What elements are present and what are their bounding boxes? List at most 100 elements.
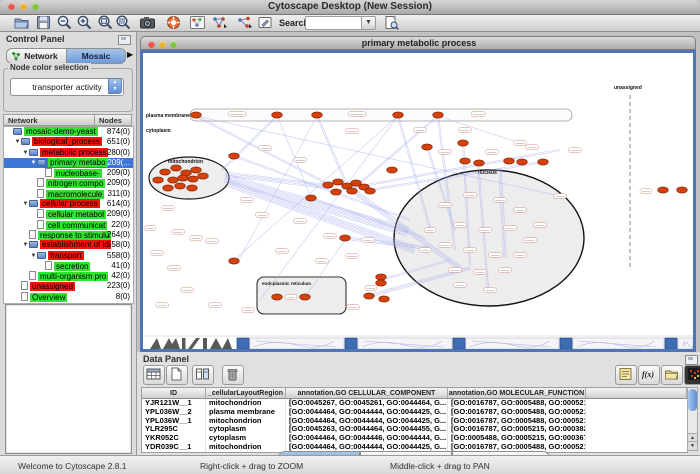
- gene-node[interactable]: [198, 173, 209, 179]
- table-cell[interactable]: cytoplasm: [206, 425, 286, 434]
- gene-node[interactable]: [460, 158, 471, 164]
- gene-node[interactable]: [191, 167, 202, 173]
- table-cell[interactable]: [GO:0044464, GO:0044444, GO:0044425, G..…: [286, 417, 448, 426]
- table-cell[interactable]: YLR295C: [142, 425, 206, 434]
- table-header-cell[interactable]: _cellularLayoutRegion: [206, 388, 286, 399]
- gene-node[interactable]: [331, 189, 342, 195]
- zoom-out-icon[interactable]: [56, 15, 73, 30]
- attribute-table[interactable]: ID_cellularLayoutRegionannotation.GO CEL…: [141, 387, 688, 453]
- gene-node[interactable]: [187, 185, 198, 191]
- layout-icon-1[interactable]: [211, 15, 228, 30]
- table-cell[interactable]: [GO:0016787, GO:0005488, GO:0005215, G..…: [448, 417, 586, 426]
- gene-node[interactable]: [153, 177, 164, 183]
- birdseye-view[interactable]: [5, 304, 132, 454]
- matrix-view-icon[interactable]: [684, 365, 700, 385]
- table-header-cell[interactable]: annotation.GO MOLECULAR_FUNCTION: [448, 388, 586, 399]
- tree-row[interactable]: unassigned223(0): [4, 281, 133, 291]
- table-cell[interactable]: [GO:0005488, GO:0005215, GO:0003674]: [448, 434, 586, 443]
- tree-row[interactable]: mosaic-demo-yeast874(0): [4, 127, 133, 137]
- table-cell[interactable]: cytoplasm: [206, 434, 286, 443]
- gene-node[interactable]: [504, 158, 515, 164]
- gene-node[interactable]: [191, 112, 202, 118]
- gene-node[interactable]: [347, 188, 358, 194]
- tab-mosaic[interactable]: Mosaic: [66, 48, 126, 64]
- float-data-panel-icon[interactable]: [685, 355, 698, 365]
- tree-row[interactable]: secretion41(0): [4, 261, 133, 271]
- gene-node[interactable]: [229, 258, 240, 264]
- gene-node[interactable]: [458, 140, 469, 146]
- table-cell[interactable]: mitochondrion: [206, 417, 286, 426]
- gene-node[interactable]: [658, 187, 669, 193]
- table-cell[interactable]: mitochondrion: [206, 399, 286, 408]
- table-cell[interactable]: mitochondrion: [206, 443, 286, 452]
- gene-node[interactable]: [422, 144, 433, 150]
- birdseye-icon[interactable]: [189, 15, 206, 30]
- table-cell[interactable]: [GO:0045267, GO:0045261, GO:0044464, G..…: [286, 399, 448, 408]
- tree-header-network[interactable]: Network: [3, 114, 95, 126]
- delete-attribute-icon[interactable]: [222, 365, 244, 385]
- tree-row[interactable]: ▼cellular process614(0): [4, 199, 133, 209]
- gene-node[interactable]: [340, 235, 351, 241]
- tree-row[interactable]: macromolecule311(0): [4, 189, 133, 199]
- tree-header-nodes[interactable]: Nodes: [95, 114, 132, 126]
- table-cell[interactable]: [GO:0045263, GO:0044464, GO:0044455, G..…: [286, 425, 448, 434]
- table-header-cell[interactable]: annotation.GO CELLULAR_COMPONENT: [286, 388, 448, 399]
- scroll-down-arrow[interactable]: ▼: [688, 441, 697, 450]
- gene-node[interactable]: [474, 160, 485, 166]
- gene-node[interactable]: [393, 112, 404, 118]
- gene-node[interactable]: [364, 293, 375, 299]
- gene-node[interactable]: [188, 176, 199, 182]
- tree-row[interactable]: multi-organism pro42(0): [4, 271, 133, 281]
- gene-node[interactable]: [171, 165, 182, 171]
- function-builder-icon[interactable]: f(x): [638, 365, 660, 385]
- gene-node[interactable]: [333, 179, 344, 185]
- gene-node[interactable]: [433, 112, 444, 118]
- table-cell[interactable]: [GO:0016787, GO:0005488, GO:0005215, G..…: [448, 408, 586, 417]
- tree-row[interactable]: ▼primary metabo209(...: [4, 158, 133, 168]
- float-panel-icon[interactable]: [118, 35, 131, 45]
- help-icon[interactable]: [165, 15, 182, 30]
- zoom-in-icon[interactable]: [76, 15, 93, 30]
- tree-row[interactable]: nitrogen compo209(0): [4, 178, 133, 188]
- expand-arrow-icon[interactable]: ▼: [14, 137, 21, 147]
- gene-node[interactable]: [517, 159, 528, 165]
- gene-node[interactable]: [379, 296, 390, 302]
- tree-row[interactable]: cell communicat22(0): [4, 220, 133, 230]
- expand-arrow-icon[interactable]: ▼: [30, 251, 37, 261]
- select-attributes-icon[interactable]: [192, 365, 214, 385]
- gene-node[interactable]: [365, 188, 376, 194]
- gene-node[interactable]: [300, 294, 311, 300]
- expand-arrow-icon[interactable]: ▼: [22, 148, 29, 158]
- table-scrollbar-thumb[interactable]: [688, 389, 697, 411]
- save-icon[interactable]: [35, 15, 52, 30]
- gene-node[interactable]: [376, 274, 387, 280]
- annotation-icon[interactable]: [257, 15, 274, 30]
- gene-node[interactable]: [163, 185, 174, 191]
- node-color-select[interactable]: transporter activity: [10, 78, 124, 96]
- search-dropdown-arrow[interactable]: ▼: [361, 16, 376, 30]
- table-cell[interactable]: [GO:0016787, GO:0005215, GO:0003824, G..…: [448, 425, 586, 434]
- snapshot-icon[interactable]: [139, 15, 156, 30]
- tree-row[interactable]: ▼metabolic process280(0): [4, 148, 133, 158]
- gene-node[interactable]: [306, 195, 317, 201]
- table-header-cell[interactable]: ID: [142, 388, 206, 399]
- open-icon[interactable]: [13, 15, 30, 30]
- tree-row[interactable]: response to stimulu264(0): [4, 230, 133, 240]
- gene-node[interactable]: [323, 182, 334, 188]
- expand-arrow-icon[interactable]: ▼: [22, 199, 29, 209]
- search-input[interactable]: [305, 16, 363, 30]
- gene-node[interactable]: [272, 294, 283, 300]
- tree-row[interactable]: cellular metabol209(0): [4, 209, 133, 219]
- gene-node[interactable]: [387, 167, 398, 173]
- new-attribute-icon[interactable]: [166, 365, 188, 385]
- tree-row[interactable]: ▼transport558(0): [4, 251, 133, 261]
- gene-node[interactable]: [272, 112, 283, 118]
- node-color-select-stepper[interactable]: ▲▼: [108, 78, 122, 94]
- table-cell[interactable]: [GO:0044464, GO:0044444, GO:0044425, G..…: [286, 408, 448, 417]
- table-cell[interactable]: YJR121W__1: [142, 399, 206, 408]
- gene-node[interactable]: [178, 175, 189, 181]
- import-attributes-icon[interactable]: [661, 365, 683, 385]
- tree-row[interactable]: nucleobase-209(0): [4, 168, 133, 178]
- advanced-search-icon[interactable]: [383, 15, 400, 30]
- layout-icon-2[interactable]: [236, 15, 253, 30]
